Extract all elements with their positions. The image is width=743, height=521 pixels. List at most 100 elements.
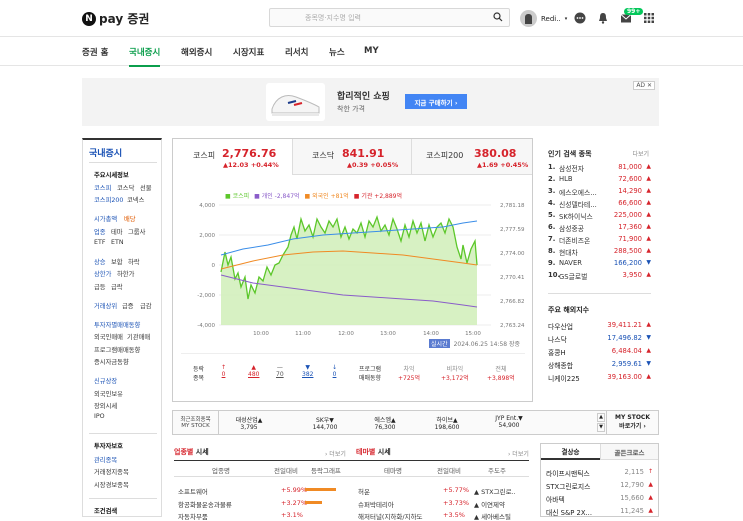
sidebar-item-upper-limit[interactable]: 상한가: [94, 269, 111, 278]
bell-icon[interactable]: [597, 12, 609, 24]
nav-overseas[interactable]: 해외증시: [181, 46, 212, 58]
up-limit-count[interactable]: 0: [221, 371, 226, 378]
ad-banner[interactable]: 합리적인 쇼핑 착한 가격 지금 구매하기 › AD ✕: [82, 78, 659, 126]
sidebar-item-surge[interactable]: 급등: [94, 282, 106, 291]
sidebar-item-etn[interactable]: ETN: [111, 239, 124, 246]
popular-row[interactable]: 1. 삼성전자 81,000 ▲: [548, 163, 651, 175]
popular-row[interactable]: 3. 에스오에스... 14,290 ▲: [548, 187, 651, 199]
up-arrow-icon: ▲: [646, 373, 651, 380]
popular-row[interactable]: 4. 신성델타테... 66,600 ▲: [548, 199, 651, 211]
tab-kosdaq[interactable]: 코스닥 841.91 ▲0.39 +0.05%: [293, 139, 412, 175]
nav-research[interactable]: 리서치: [285, 46, 308, 58]
grid-menu-icon[interactable]: [643, 12, 655, 24]
sidebar-item-plunge[interactable]: 급락: [111, 282, 123, 291]
sidebar-item-volume-top[interactable]: 거래상위: [94, 301, 117, 310]
sector-title: 업종별 시세: [174, 448, 209, 456]
popular-row[interactable]: 10. GS글로벌 3,950 ▲: [548, 271, 651, 283]
sidebar-item-volume-drop[interactable]: 급감: [140, 301, 152, 310]
sidebar-item-managed[interactable]: 관리종목: [94, 455, 117, 464]
theme-name[interactable]: 슈퍼박테리아: [358, 499, 394, 509]
popular-row[interactable]: 7. 더존비즈온 71,900 ▲: [548, 235, 651, 247]
sidebar-item-fund-trend[interactable]: 증시자금동향: [94, 357, 129, 366]
up-count[interactable]: 480: [248, 371, 259, 378]
sidebar-item-etf[interactable]: ETF: [94, 239, 105, 246]
sidebar-item-program-trend[interactable]: 프로그램매매동향: [94, 345, 140, 354]
sector-name[interactable]: 소프트웨어: [178, 486, 208, 496]
stock-price: 14,290: [618, 187, 642, 195]
sidebar-item-theme[interactable]: 테마: [111, 227, 123, 236]
down-limit-count[interactable]: 0: [332, 371, 337, 378]
sidebar-item-suspended[interactable]: 거래정지종목: [94, 467, 129, 476]
ad-close-button[interactable]: AD ✕: [633, 81, 655, 90]
sidebar-item-dividend[interactable]: 배당: [124, 214, 136, 223]
ad-buy-button[interactable]: 지금 구매하기 ›: [405, 94, 467, 109]
sidebar-item-sector[interactable]: 업종: [94, 227, 106, 236]
scroll-down-icon[interactable]: ▼: [597, 423, 605, 432]
popular-row[interactable]: 2. HLB 72,600 ▲: [548, 175, 651, 187]
sidebar-item-foreign-holding[interactable]: 외국인보유: [94, 389, 123, 398]
index-value: 39,163.00: [607, 373, 642, 381]
search-icon[interactable]: [493, 12, 503, 22]
nav-domestic[interactable]: 국내증시: [129, 46, 161, 67]
sector-change: +5.99%: [281, 486, 308, 494]
user-menu[interactable]: Redi.. ▾: [520, 10, 567, 27]
tab-kospi[interactable]: 코스피 2,776.76 ▲12.03 +0.44%: [173, 139, 293, 175]
sidebar-item-institution-trade[interactable]: 기관매매: [127, 332, 150, 341]
theme-name[interactable]: 허운: [358, 486, 370, 496]
theme-more-link[interactable]: › 더보기: [508, 449, 529, 458]
sidebar-item-kospi[interactable]: 코스피: [94, 183, 111, 192]
sidebar-item-new-listing[interactable]: 신규상장: [94, 376, 117, 385]
rank-number: 1.: [548, 163, 556, 171]
sidebar-item-lower-limit[interactable]: 하한가: [117, 269, 134, 278]
sidebar-item-konex[interactable]: 코넥스: [127, 195, 144, 204]
sidebar-item-fall[interactable]: 하락: [128, 257, 140, 266]
popular-row[interactable]: 8. 현대차 288,500 ▲: [548, 247, 651, 259]
sidebar-item-investor-trend[interactable]: 투자자별매매동향: [94, 320, 140, 329]
tab-rising[interactable]: 결상승: [541, 444, 600, 460]
tab-golden-cross[interactable]: 골든크로스: [600, 444, 658, 460]
search-input[interactable]: 종목명·지수명 입력: [269, 8, 510, 27]
recent-stock[interactable]: 대성산업▲ 3,795: [219, 415, 279, 431]
sidebar-item-rise[interactable]: 상승: [94, 257, 106, 266]
index-value: 2,776.76: [222, 147, 277, 160]
tab-kospi200[interactable]: 코스피200 380.08 ▲1.69 +0.45%: [412, 139, 532, 175]
popular-row[interactable]: 9. NAVER 166,200 ▼: [548, 259, 651, 271]
theme-leader[interactable]: ▲ 세아베스틸: [474, 511, 511, 521]
theme-name[interactable]: 해저터널(지하화/지하도: [358, 511, 423, 521]
scroll-up-icon[interactable]: ▲: [597, 413, 605, 422]
logo[interactable]: Npay 증권: [82, 10, 149, 27]
nav-my[interactable]: MY: [364, 46, 379, 56]
recent-stock[interactable]: 하이브▲ 198,600: [417, 415, 477, 431]
sidebar-item-ipo[interactable]: IPO: [94, 413, 105, 420]
theme-leader[interactable]: ▲ STX그린로..: [474, 486, 516, 496]
sector-more-link[interactable]: › 더보기: [325, 449, 346, 458]
theme-leader[interactable]: ▲ 이연제약: [474, 499, 505, 509]
sidebar-item-warning[interactable]: 시장경보종목: [94, 480, 129, 489]
sidebar-item-group[interactable]: 그룹사: [128, 227, 145, 236]
recent-stock[interactable]: JYP Ent.▼ 54,900: [479, 415, 539, 429]
sidebar-item-futures[interactable]: 선물: [140, 183, 152, 192]
sector-name[interactable]: 항공화물운송과물류: [178, 499, 232, 509]
mystock-button[interactable]: MY STOCK 바로가기 ›: [606, 411, 658, 434]
nav-news[interactable]: 뉴스: [329, 46, 345, 58]
popular-more-link[interactable]: 다보기: [632, 149, 649, 158]
down-count[interactable]: 382: [302, 371, 313, 378]
popular-row[interactable]: 6. 삼성중공 17,360 ▲: [548, 223, 651, 235]
sidebar-item-volume-surge[interactable]: 급증: [122, 301, 134, 310]
nav-home[interactable]: 증권 홈: [82, 46, 108, 58]
sidebar-item-flat[interactable]: 보합: [111, 257, 123, 266]
recent-stock[interactable]: 에스엠▲ 76,300: [355, 415, 415, 431]
sector-name[interactable]: 자동차부품: [178, 511, 208, 521]
sidebar-item-marketcap[interactable]: 시가총액: [94, 214, 117, 223]
search-placeholder: 종목명·지수명 입력: [305, 14, 361, 22]
sidebar-item-foreign-trade[interactable]: 외국인매매: [94, 332, 123, 341]
flat-count[interactable]: 70: [276, 371, 284, 378]
nav-indicators[interactable]: 시장지표: [233, 46, 264, 58]
sidebar-item-kospi200[interactable]: 코스피200: [94, 195, 123, 204]
sidebar-item-otc[interactable]: 장외시세: [94, 401, 117, 410]
chat-icon[interactable]: [574, 12, 586, 24]
sidebar-item-kosdaq[interactable]: 코스닥: [117, 183, 134, 192]
recent-stock-name: JYP Ent.▼: [495, 415, 523, 422]
popular-row[interactable]: 5. SK하이닉스 225,000 ▲: [548, 211, 651, 223]
recent-stock[interactable]: SK우▼ 144,700: [295, 415, 355, 431]
